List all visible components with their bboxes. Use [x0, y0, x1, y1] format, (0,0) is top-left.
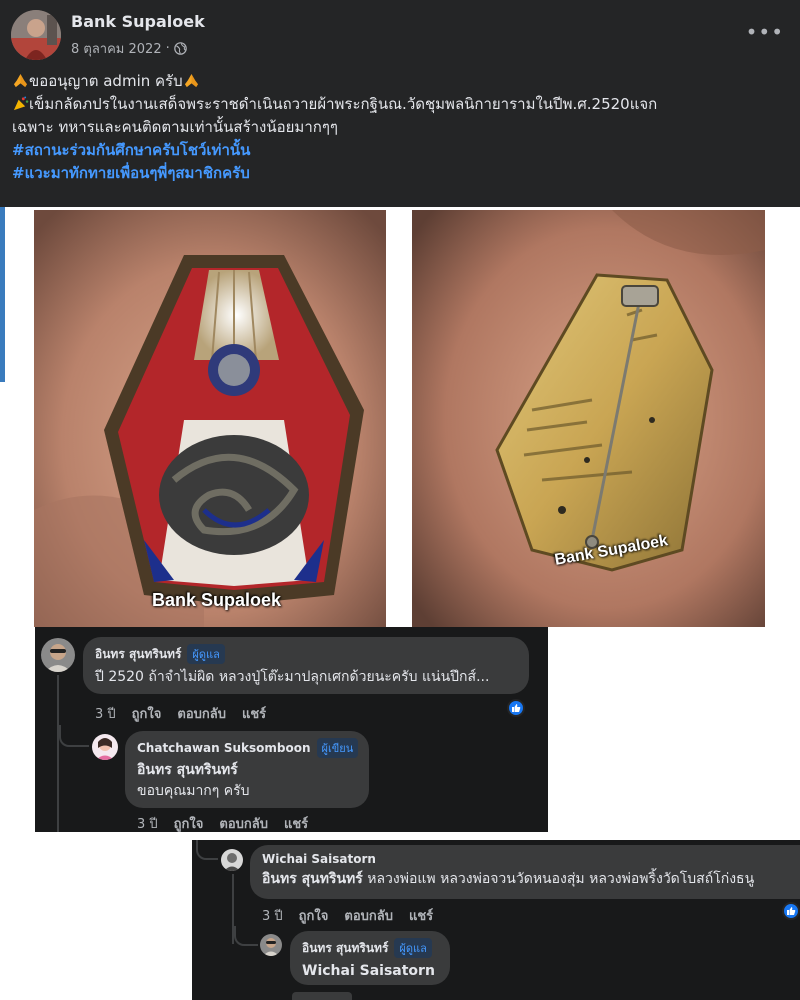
reply-connector [196, 840, 218, 860]
comment-age[interactable]: 3 ปี [262, 905, 283, 926]
comment-bubble-4: อินทร สุนทรินทร์ ผู้ดูแล Wichai Saisator… [290, 931, 450, 985]
post-line-2: เข็มกลัดภปรในงานเสด็จพระราชดำเนินถวายผ้า… [12, 93, 792, 116]
like-icon[interactable] [782, 902, 800, 920]
share-button[interactable]: แชร์ [409, 905, 433, 926]
like-button[interactable]: ถูกใจ [299, 905, 329, 926]
comment-bubble-3: Wichai Saisatorn อินทร สุนทรินทร์ หลวงพ่… [250, 845, 800, 899]
comment-mention[interactable]: อินทร สุนทรินทร์ [137, 761, 357, 780]
praying-hands-icon [13, 73, 28, 88]
share-button[interactable]: แชร์ [284, 813, 308, 834]
comment-author[interactable]: Wichai Saisatorn [262, 852, 376, 866]
author-name[interactable]: Bank Supaloek [71, 12, 205, 31]
like-button[interactable]: ถูกใจ [132, 703, 162, 724]
thread-line [57, 675, 59, 832]
admin-badge: ผู้ดูแล [187, 644, 225, 664]
hashtag-link-1[interactable]: #สถานะร่วมกันศึกษาครับโชว์เท่านั้น [12, 139, 792, 162]
comment-age[interactable]: 3 ปี [95, 703, 116, 724]
commenter-avatar[interactable] [92, 734, 118, 760]
party-popper-icon [13, 96, 29, 111]
comment-text: ปี 2520 ถ้าจำไม่ผิด หลวงปู่โต๊ะมาปลุกเศก… [95, 669, 490, 685]
more-options-button[interactable]: ••• [746, 20, 784, 44]
comment-header-3: Wichai Saisatorn [262, 852, 788, 866]
comment-author[interactable]: อินทร สุนทรินทร์ [95, 645, 181, 664]
commenter-avatar[interactable] [41, 638, 75, 672]
post-line-3: เฉพาะ ทหารและคนติดตามเท่านั้นสร้างน้อยมา… [12, 118, 338, 136]
commenter-avatar[interactable] [221, 849, 243, 871]
commenter-avatar[interactable] [260, 934, 282, 956]
comment-body-3: อินทร สุนทรินทร์ หลวงพ่อแพ หลวงพ่อจวนวัด… [262, 870, 788, 889]
comment-mention[interactable]: อินทร สุนทรินทร์ [262, 871, 363, 887]
like-icon[interactable] [507, 699, 525, 717]
reply-button[interactable]: ตอบกลับ [219, 813, 268, 834]
reply-button[interactable]: ตอบกลับ [344, 905, 393, 926]
post-line-1: ขออนุญาต admin ครับ [12, 70, 792, 93]
comment-author[interactable]: อินทร สุนทรินทร์ [302, 939, 388, 958]
post-line-2-text: เข็มกลัดภปรในงานเสด็จพระราชดำเนินถวายผ้า… [29, 95, 658, 113]
comment-header-1: อินทร สุนทรินทร์ ผู้ดูแล [95, 644, 517, 664]
post-body: ขออนุญาต admin ครับ เข็มกลัดภปรในงานเสด็… [12, 70, 792, 185]
reply-button[interactable]: ตอบกลับ [177, 703, 226, 724]
author-badge: ผู้เขียน [316, 738, 359, 758]
photo-pin-front[interactable]: Bank Supaloek [34, 210, 386, 627]
post-date[interactable]: 8 ตุลาคม 2022 [71, 38, 162, 59]
comment-text: ขอบคุณมากๆ ครับ [137, 783, 250, 799]
comment-text: หลวงพ่อแพ หลวงพ่อจวนวัดหนองสุ่ม หลวงพ่อพ… [362, 871, 755, 887]
post-meta: 8 ตุลาคม 2022 · [71, 38, 187, 59]
next-comment-partial [292, 992, 352, 1000]
share-button[interactable]: แชร์ [242, 703, 266, 724]
post-header: Bank Supaloek 8 ตุลาคม 2022 · ••• ขออนุญ… [0, 0, 800, 207]
photo-gallery: Bank Supaloek Bank Supaloek [0, 207, 800, 627]
comment-actions-3: 3 ปี ถูกใจ ตอบกลับ แชร์ [262, 905, 433, 926]
praying-hands-icon [184, 73, 198, 88]
author-avatar[interactable] [11, 10, 61, 60]
comment-actions-1: 3 ปี ถูกใจ ตอบกลับ แชร์ [95, 703, 266, 724]
post-line-1-text: ขออนุญาต admin ครับ [29, 72, 183, 90]
comment-bubble-2: Chatchawan Suksomboon ผู้เขียน อินทร สุน… [125, 731, 369, 808]
comments-panel-top: อินทร สุนทรินทร์ ผู้ดูแล ปี 2520 ถ้าจำไม… [35, 627, 548, 832]
hashtag-link-2[interactable]: #แวะมาทักทายเพื่อนๆพี่ๆสมาชิกครับ [12, 162, 792, 185]
comment-header-4: อินทร สุนทรินทร์ ผู้ดูแล [302, 938, 438, 958]
reply-connector [59, 725, 89, 747]
globe-icon [173, 42, 187, 55]
reply-connector [234, 926, 258, 946]
adjacent-photo-edge [0, 207, 5, 382]
meta-separator: · [165, 41, 170, 56]
admin-badge: ผู้ดูแล [394, 938, 432, 958]
comment-age[interactable]: 3 ปี [137, 813, 158, 834]
comments-panel-bottom: Wichai Saisatorn อินทร สุนทรินทร์ หลวงพ่… [192, 840, 800, 1000]
like-button[interactable]: ถูกใจ [174, 813, 204, 834]
watermark-front: Bank Supaloek [152, 590, 282, 610]
comment-mention[interactable]: Wichai Saisatorn [302, 962, 438, 981]
comment-author[interactable]: Chatchawan Suksomboon [137, 741, 311, 755]
comment-header-2: Chatchawan Suksomboon ผู้เขียน [137, 738, 359, 758]
comment-bubble-1: อินทร สุนทรินทร์ ผู้ดูแล ปี 2520 ถ้าจำไม… [83, 637, 529, 694]
comment-actions-2: 3 ปี ถูกใจ ตอบกลับ แชร์ [137, 813, 308, 834]
photo-pin-back[interactable]: Bank Supaloek [412, 210, 765, 627]
